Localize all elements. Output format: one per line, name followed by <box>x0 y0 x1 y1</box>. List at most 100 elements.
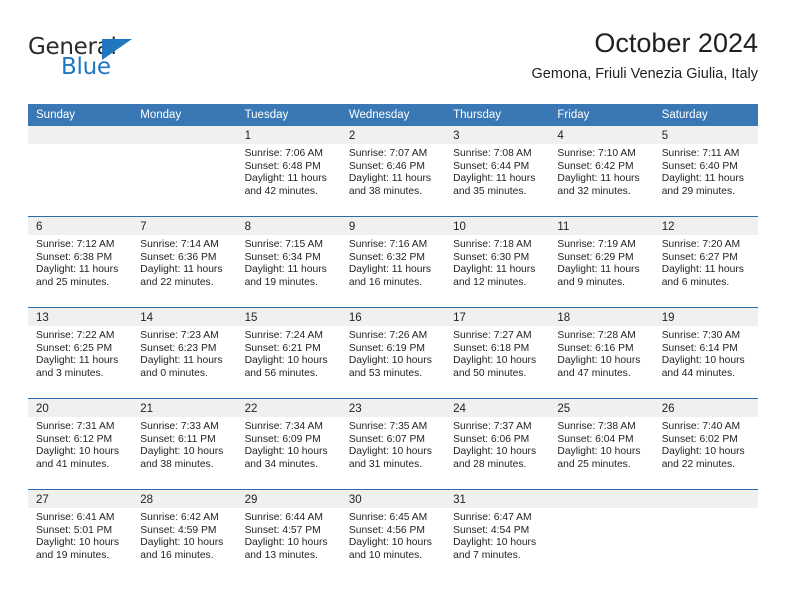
day-details: Sunrise: 7:33 AM Sunset: 6:11 PM Daylight:… <box>132 417 236 471</box>
calendar-day-cell <box>549 489 654 580</box>
sunset-time: Sunset: 4:57 PM <box>244 524 321 536</box>
weekday-header-friday: Friday <box>549 104 654 126</box>
day-details: Sunrise: 7:35 AM Sunset: 6:07 PM Daylight:… <box>341 417 445 471</box>
calendar-day-cell[interactable]: 22 Sunrise: 7:34 AM Sunset: 6:09 PM Dayligh… <box>236 398 341 490</box>
weekday-header-thursday: Thursday <box>445 104 550 126</box>
calendar-day-cell[interactable]: 7 Sunrise: 7:14 AM Sunset: 6:36 PM Daylight… <box>132 216 237 308</box>
sunrise-time: Sunrise: 7:11 AM <box>661 148 740 159</box>
calendar-day-cell[interactable]: 25 Sunrise: 7:38 AM Sunset: 6:04 PM Dayligh… <box>549 398 654 490</box>
day-number: 17 <box>445 308 550 326</box>
calendar-day-cell[interactable]: 13 Sunrise: 7:22 AM Sunset: 6:25 PM Dayligh… <box>28 307 133 399</box>
sunset-time: Sunset: 6:27 PM <box>661 251 738 263</box>
sunrise-time: Sunrise: 7:14 AM <box>140 239 219 250</box>
calendar-day-cell[interactable]: 23 Sunrise: 7:35 AM Sunset: 6:07 PM Dayligh… <box>340 398 446 490</box>
calendar-day-cell[interactable]: 15 Sunrise: 7:24 AM Sunset: 6:21 PM Dayligh… <box>236 307 341 399</box>
day-number: 27 <box>28 490 133 508</box>
day-number: 22 <box>236 399 341 417</box>
day-number: 21 <box>132 399 237 417</box>
daylight-duration: Daylight: 10 hours and 41 minutes. <box>36 446 119 470</box>
calendar-day-cell[interactable]: 11 Sunrise: 7:19 AM Sunset: 6:29 PM Dayligh… <box>549 216 654 308</box>
daylight-duration: Daylight: 11 hours and 38 minutes. <box>348 173 432 197</box>
sunrise-time: Sunrise: 7:19 AM <box>557 239 636 250</box>
daylight-duration: Daylight: 10 hours and 22 minutes. <box>661 446 745 470</box>
daylight-duration: Daylight: 10 hours and 7 minutes. <box>453 537 537 561</box>
sunset-time: Sunset: 6:19 PM <box>348 342 425 354</box>
sunset-time: Sunset: 6:12 PM <box>36 433 113 445</box>
day-number: 6 <box>28 217 133 235</box>
calendar-week-row: 13 Sunrise: 7:22 AM Sunset: 6:25 PM Dayligh… <box>28 307 758 399</box>
weekday-header-sunday: Sunday <box>28 104 133 126</box>
sunrise-time: Sunrise: 7:31 AM <box>36 421 115 432</box>
sunset-time: Sunset: 6:18 PM <box>453 342 530 354</box>
day-cell-content <box>549 490 654 580</box>
day-details: Sunrise: 7:24 AM Sunset: 6:21 PM Daylight:… <box>237 326 341 380</box>
day-cell-content: 8 Sunrise: 7:15 AM Sunset: 6:34 PM Daylight… <box>236 217 341 307</box>
calendar-day-cell[interactable]: 17 Sunrise: 7:27 AM Sunset: 6:18 PM Dayligh… <box>445 307 550 399</box>
general-blue-logo[interactable]: General Blue <box>28 34 188 90</box>
calendar-day-cell[interactable]: 27 Sunrise: 6:41 AM Sunset: 5:01 PM Dayligh… <box>28 489 133 580</box>
calendar-day-cell[interactable]: 14 Sunrise: 7:23 AM Sunset: 6:23 PM Dayligh… <box>132 307 237 399</box>
calendar-day-cell[interactable]: 30 Sunrise: 6:45 AM Sunset: 4:56 PM Dayligh… <box>340 489 446 580</box>
day-cell-content: 2 Sunrise: 7:07 AM Sunset: 6:46 PM Daylight… <box>340 126 446 216</box>
daylight-duration: Daylight: 10 hours and 56 minutes. <box>244 355 328 379</box>
day-cell-content: 17 Sunrise: 7:27 AM Sunset: 6:18 PM Dayligh… <box>445 308 550 398</box>
day-details: Sunrise: 7:30 AM Sunset: 6:14 PM Daylight:… <box>654 326 758 380</box>
calendar-day-cell[interactable]: 12 Sunrise: 7:20 AM Sunset: 6:27 PM Dayligh… <box>653 216 758 308</box>
sunrise-time: Sunrise: 7:23 AM <box>140 330 219 341</box>
calendar-day-cell[interactable]: 19 Sunrise: 7:30 AM Sunset: 6:14 PM Dayligh… <box>653 307 758 399</box>
sunrise-time: Sunrise: 6:42 AM <box>140 512 219 523</box>
calendar-day-cell[interactable]: 4 Sunrise: 7:10 AM Sunset: 6:42 PM Daylight… <box>549 126 654 217</box>
sunset-time: Sunset: 6:46 PM <box>348 160 425 172</box>
weekday-header-monday: Monday <box>132 104 237 126</box>
day-cell-content: 1 Sunrise: 7:06 AM Sunset: 6:48 PM Daylight… <box>236 126 341 216</box>
day-details: Sunrise: 7:14 AM Sunset: 6:36 PM Daylight:… <box>132 235 236 289</box>
sunrise-time: Sunrise: 6:44 AM <box>244 512 323 523</box>
sunset-time: Sunset: 6:36 PM <box>140 251 217 263</box>
sunset-time: Sunset: 6:07 PM <box>348 433 425 445</box>
day-details: Sunrise: 7:10 AM Sunset: 6:42 PM Daylight:… <box>549 144 653 198</box>
day-details: Sunrise: 7:38 AM Sunset: 6:04 PM Daylight:… <box>549 417 653 471</box>
day-cell-content: 22 Sunrise: 7:34 AM Sunset: 6:09 PM Dayligh… <box>236 399 341 489</box>
calendar-day-cell[interactable]: 26 Sunrise: 7:40 AM Sunset: 6:02 PM Dayligh… <box>653 398 758 490</box>
sunrise-time: Sunrise: 7:07 AM <box>348 148 428 159</box>
sunset-time: Sunset: 6:02 PM <box>661 433 738 445</box>
day-details: Sunrise: 7:18 AM Sunset: 6:30 PM Daylight:… <box>445 235 549 289</box>
calendar-day-cell[interactable]: 2 Sunrise: 7:07 AM Sunset: 6:46 PM Daylight… <box>340 126 446 217</box>
calendar-day-cell[interactable]: 8 Sunrise: 7:15 AM Sunset: 6:34 PM Daylight… <box>236 216 341 308</box>
sunrise-time: Sunrise: 7:22 AM <box>36 330 115 341</box>
calendar-day-cell[interactable]: 1 Sunrise: 7:06 AM Sunset: 6:48 PM Daylight… <box>236 126 341 217</box>
calendar-day-cell[interactable]: 24 Sunrise: 7:37 AM Sunset: 6:06 PM Dayligh… <box>445 398 550 490</box>
day-number: 5 <box>653 126 758 144</box>
sunset-time: Sunset: 6:09 PM <box>244 433 321 445</box>
sunset-time: Sunset: 5:01 PM <box>36 524 113 536</box>
day-details: Sunrise: 7:23 AM Sunset: 6:23 PM Daylight:… <box>132 326 236 380</box>
day-number: 18 <box>549 308 654 326</box>
daylight-duration: Daylight: 11 hours and 29 minutes. <box>661 173 744 197</box>
day-cell-content: 6 Sunrise: 7:12 AM Sunset: 6:38 PM Daylight… <box>28 217 133 307</box>
calendar-day-cell[interactable]: 5 Sunrise: 7:11 AM Sunset: 6:40 PM Daylight… <box>653 126 758 217</box>
calendar-day-cell[interactable]: 21 Sunrise: 7:33 AM Sunset: 6:11 PM Dayligh… <box>132 398 237 490</box>
daylight-duration: Daylight: 10 hours and 19 minutes. <box>36 537 119 561</box>
day-cell-content: 28 Sunrise: 6:42 AM Sunset: 4:59 PM Dayligh… <box>132 490 237 580</box>
sunset-time: Sunset: 6:16 PM <box>557 342 634 354</box>
calendar-day-cell[interactable]: 20 Sunrise: 7:31 AM Sunset: 6:12 PM Dayligh… <box>28 398 133 490</box>
page-title: October 2024 <box>594 28 758 58</box>
calendar-day-cell[interactable]: 18 Sunrise: 7:28 AM Sunset: 6:16 PM Dayligh… <box>549 307 654 399</box>
weekday-header-saturday: Saturday <box>653 104 758 126</box>
calendar-day-cell[interactable]: 28 Sunrise: 6:42 AM Sunset: 4:59 PM Dayligh… <box>132 489 237 580</box>
daylight-duration: Daylight: 11 hours and 25 minutes. <box>36 264 119 288</box>
calendar-day-cell[interactable]: 31 Sunrise: 6:47 AM Sunset: 4:54 PM Dayligh… <box>445 489 550 580</box>
daylight-duration: Daylight: 10 hours and 10 minutes. <box>348 537 432 561</box>
calendar-day-cell[interactable]: 3 Sunrise: 7:08 AM Sunset: 6:44 PM Daylight… <box>445 126 550 217</box>
calendar-day-cell[interactable]: 6 Sunrise: 7:12 AM Sunset: 6:38 PM Daylight… <box>28 216 133 308</box>
daylight-duration: Daylight: 10 hours and 38 minutes. <box>140 446 224 470</box>
daylight-duration: Daylight: 10 hours and 50 minutes. <box>453 355 537 379</box>
day-cell-content: 3 Sunrise: 7:08 AM Sunset: 6:44 PM Daylight… <box>445 126 550 216</box>
calendar-body: 1 Sunrise: 7:06 AM Sunset: 6:48 PM Daylight… <box>28 126 758 580</box>
calendar-day-cell[interactable]: 9 Sunrise: 7:16 AM Sunset: 6:32 PM Daylight… <box>340 216 446 308</box>
calendar-day-cell[interactable]: 10 Sunrise: 7:18 AM Sunset: 6:30 PM Dayligh… <box>445 216 550 308</box>
calendar-day-cell[interactable]: 16 Sunrise: 7:26 AM Sunset: 6:19 PM Dayligh… <box>340 307 446 399</box>
day-number: 30 <box>340 490 446 508</box>
calendar-day-cell[interactable]: 29 Sunrise: 6:44 AM Sunset: 4:57 PM Dayligh… <box>236 489 341 580</box>
calendar-week-row: 6 Sunrise: 7:12 AM Sunset: 6:38 PM Daylight… <box>28 216 758 308</box>
